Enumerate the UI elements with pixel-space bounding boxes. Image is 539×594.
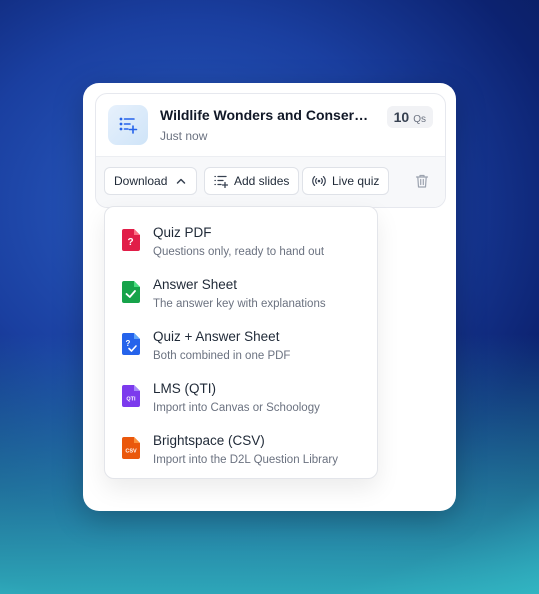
add-slides-label: Add slides [234, 174, 290, 188]
quiz-card[interactable]: Wildlife Wonders and Conservation Just n… [95, 93, 446, 208]
question-count: 10 [393, 109, 410, 125]
menu-item-brightspace-csv[interactable]: CSV Brightspace (CSV) Import into the D2… [105, 424, 377, 476]
question-count-badge: 10 Qs [386, 106, 433, 128]
file-csv-icon: CSV [122, 437, 140, 459]
menu-item-description: Import into Canvas or Schoology [153, 402, 320, 414]
svg-text:?: ? [127, 237, 133, 248]
menu-item-title: Quiz PDF [153, 225, 212, 240]
file-question-icon: ? [122, 229, 140, 251]
file-check-icon [122, 281, 140, 303]
menu-item-description: Questions only, ready to hand out [153, 246, 325, 258]
menu-item-title: Quiz + Answer Sheet [153, 329, 280, 344]
menu-item-title: Answer Sheet [153, 277, 238, 292]
quiz-title[interactable]: Wildlife Wonders and Conservation [160, 107, 372, 123]
menu-item-title: LMS (QTI) [153, 381, 216, 396]
live-quiz-label: Live quiz [332, 174, 380, 188]
menu-item-answer-sheet[interactable]: Answer Sheet The answer key with explana… [105, 268, 377, 320]
broadcast-icon [312, 176, 326, 186]
menu-item-lms-qti[interactable]: QTI LMS (QTI) Import into Canvas or Scho… [105, 372, 377, 424]
download-menu: ? Quiz PDF Questions only, ready to hand… [104, 206, 378, 479]
quiz-list-icon [108, 105, 148, 145]
menu-item-description: Both combined in one PDF [153, 350, 291, 362]
add-slides-button[interactable]: Add slides [204, 167, 300, 195]
file-combined-icon: ? [122, 333, 140, 355]
svg-text:QTI: QTI [126, 397, 136, 403]
menu-item-quiz-pdf[interactable]: ? Quiz PDF Questions only, ready to hand… [105, 216, 377, 268]
download-label: Download [114, 174, 168, 188]
list-plus-icon [214, 175, 228, 188]
menu-item-title: Brightspace (CSV) [153, 433, 265, 448]
quiz-card-toolbar: Download Add slides Live quiz [96, 156, 445, 207]
question-count-unit: Qs [413, 114, 426, 125]
trash-icon[interactable] [414, 173, 430, 189]
menu-item-description: The answer key with explanations [153, 298, 326, 310]
file-qti-icon: QTI [122, 385, 140, 407]
menu-item-description: Import into the D2L Question Library [153, 454, 338, 466]
svg-text:CSV: CSV [125, 449, 137, 455]
quiz-card-header: Wildlife Wonders and Conservation Just n… [96, 94, 445, 156]
download-button[interactable]: Download [104, 167, 198, 195]
chevron-up-icon [177, 178, 186, 184]
live-quiz-button[interactable]: Live quiz [302, 167, 390, 195]
quiz-timestamp: Just now [160, 129, 208, 143]
menu-item-quiz-answer-sheet[interactable]: ? Quiz + Answer Sheet Both combined in o… [105, 320, 377, 372]
svg-text:?: ? [126, 339, 131, 348]
